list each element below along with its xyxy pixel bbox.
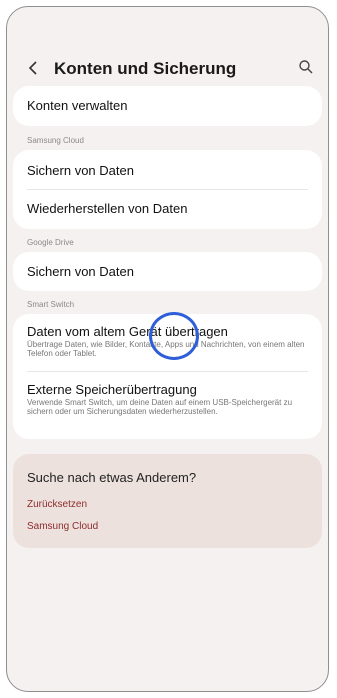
suggestions-card: Suche nach etwas Anderem? Zurücksetzen S… <box>13 454 322 548</box>
external-storage-label: Externe Speicherübertragung <box>27 382 197 397</box>
back-arrow-icon[interactable] <box>25 59 43 77</box>
suggestions-title: Suche nach etwas Anderem? <box>27 470 197 485</box>
tap-highlight-circle <box>149 312 199 360</box>
samsung-restore-label: Wiederherstellen von Daten <box>27 201 188 216</box>
section-smart-switch: Smart Switch <box>27 300 75 309</box>
samsung-restore-item[interactable]: Wiederherstellen von Daten <box>27 201 308 216</box>
external-storage-description: Verwende Smart Switch, um deine Daten au… <box>27 398 293 416</box>
app-header: Konten und Sicherung <box>7 57 328 83</box>
samsung-backup-item[interactable]: Sichern von Daten <box>27 163 308 178</box>
manage-accounts-label: Konten verwalten <box>27 98 128 113</box>
manage-accounts-item[interactable]: Konten verwalten <box>27 98 308 113</box>
samsung-cloud-link[interactable]: Samsung Cloud <box>27 521 98 532</box>
page-title: Konten und Sicherung <box>54 59 237 78</box>
divider <box>27 189 308 190</box>
google-backup-label: Sichern von Daten <box>27 264 134 279</box>
search-icon[interactable] <box>298 59 314 75</box>
google-backup-item[interactable]: Sichern von Daten <box>27 264 308 279</box>
google-drive-card: Sichern von Daten <box>13 252 322 291</box>
section-google-drive: Google Drive <box>27 238 74 247</box>
section-samsung-cloud: Samsung Cloud <box>27 136 84 145</box>
phone-frame: Konten und Sicherung Konten verwalten Sa… <box>6 6 329 692</box>
samsung-cloud-card: Sichern von Daten Wiederherstellen von D… <box>13 150 322 229</box>
reset-link[interactable]: Zurücksetzen <box>27 499 87 510</box>
samsung-backup-label: Sichern von Daten <box>27 163 134 178</box>
accounts-card: Konten verwalten <box>13 86 322 126</box>
divider <box>27 371 308 372</box>
external-storage-item[interactable]: Externe Speicherübertragung Verwende Sma… <box>27 382 308 416</box>
